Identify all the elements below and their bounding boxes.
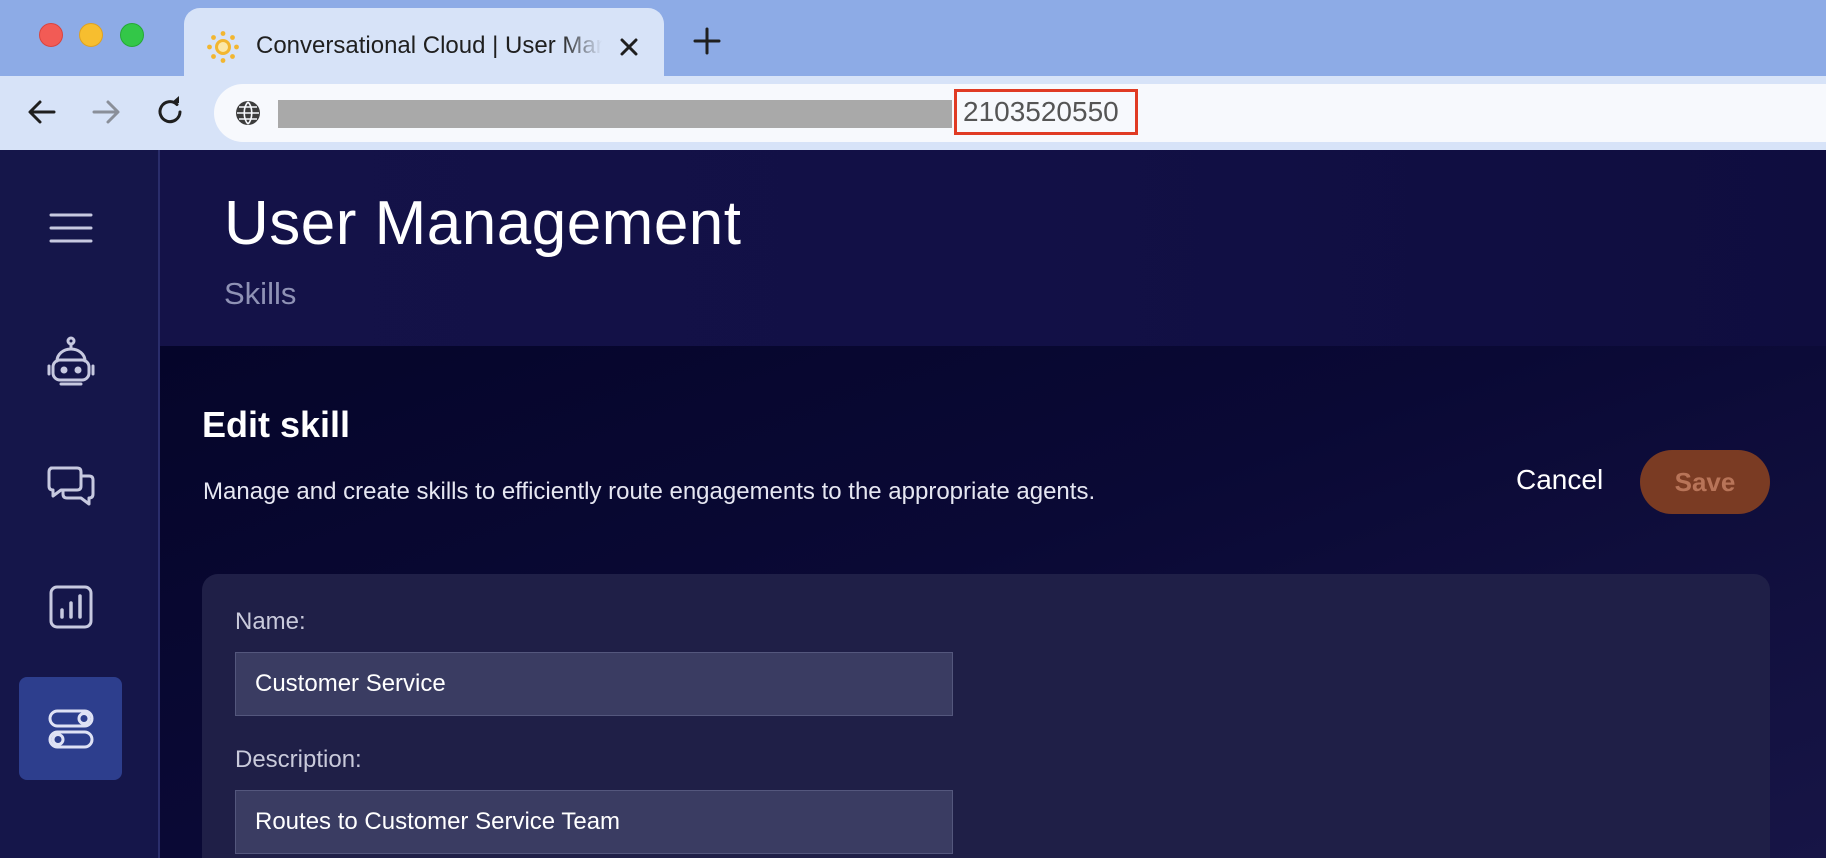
edit-skill-title: Edit skill xyxy=(202,404,351,445)
sidebar xyxy=(0,150,160,858)
sidebar-item-menu[interactable] xyxy=(19,176,122,279)
edit-skill-description: Manage and create skills to efficiently … xyxy=(203,478,1096,505)
description-label: Description: xyxy=(235,746,362,773)
plus-icon[interactable] xyxy=(690,24,724,58)
browser-tab-active[interactable]: Conversational Cloud | User Management xyxy=(184,8,664,80)
main-content: Edit skill Manage and create skills to e… xyxy=(160,346,1826,858)
url-account-id: 2103520550 xyxy=(954,89,1138,135)
window-minimize-control[interactable] xyxy=(79,23,103,47)
favicon-sun-icon xyxy=(207,31,239,63)
name-label: Name: xyxy=(235,608,306,635)
globe-icon xyxy=(236,101,260,125)
sidebar-item-conversations[interactable] xyxy=(19,432,122,535)
close-icon[interactable] xyxy=(614,32,644,62)
sidebar-item-management[interactable] xyxy=(19,677,122,780)
skill-form-card: Name: Customer Service Description: Rout… xyxy=(202,574,1770,858)
browser-toolbar: 2103520550 xyxy=(0,76,1826,150)
description-field[interactable]: Routes to Customer Service Team xyxy=(235,790,953,854)
forward-arrow-icon[interactable] xyxy=(88,94,124,130)
tab-title: Conversational Cloud | User Management xyxy=(256,32,602,59)
window-zoom-control[interactable] xyxy=(120,23,144,47)
cancel-button[interactable]: Cancel xyxy=(1516,458,1603,502)
url-redacted-block xyxy=(278,100,952,128)
bar-chart-icon xyxy=(49,585,92,628)
hamburger-menu-icon xyxy=(49,213,92,242)
save-button[interactable]: Save xyxy=(1640,450,1770,514)
page-header: User Management Skills xyxy=(160,150,1826,346)
toggles-icon xyxy=(48,709,93,748)
window-close-control[interactable] xyxy=(39,23,63,47)
page-subtitle: Skills xyxy=(224,276,297,311)
page-title: User Management xyxy=(224,189,742,258)
app-container: User Management Skills Edit skill Manage… xyxy=(0,150,1826,858)
reload-icon[interactable] xyxy=(152,94,188,130)
browser-tab-bar: Conversational Cloud | User Management xyxy=(0,0,1826,80)
chat-bubbles-icon xyxy=(47,466,94,505)
sidebar-item-bot[interactable] xyxy=(19,310,122,413)
robot-icon xyxy=(47,336,94,385)
sidebar-item-reports[interactable] xyxy=(19,555,122,658)
address-bar[interactable]: 2103520550 xyxy=(214,84,1826,142)
back-arrow-icon[interactable] xyxy=(24,94,60,130)
name-field[interactable]: Customer Service xyxy=(235,652,953,716)
